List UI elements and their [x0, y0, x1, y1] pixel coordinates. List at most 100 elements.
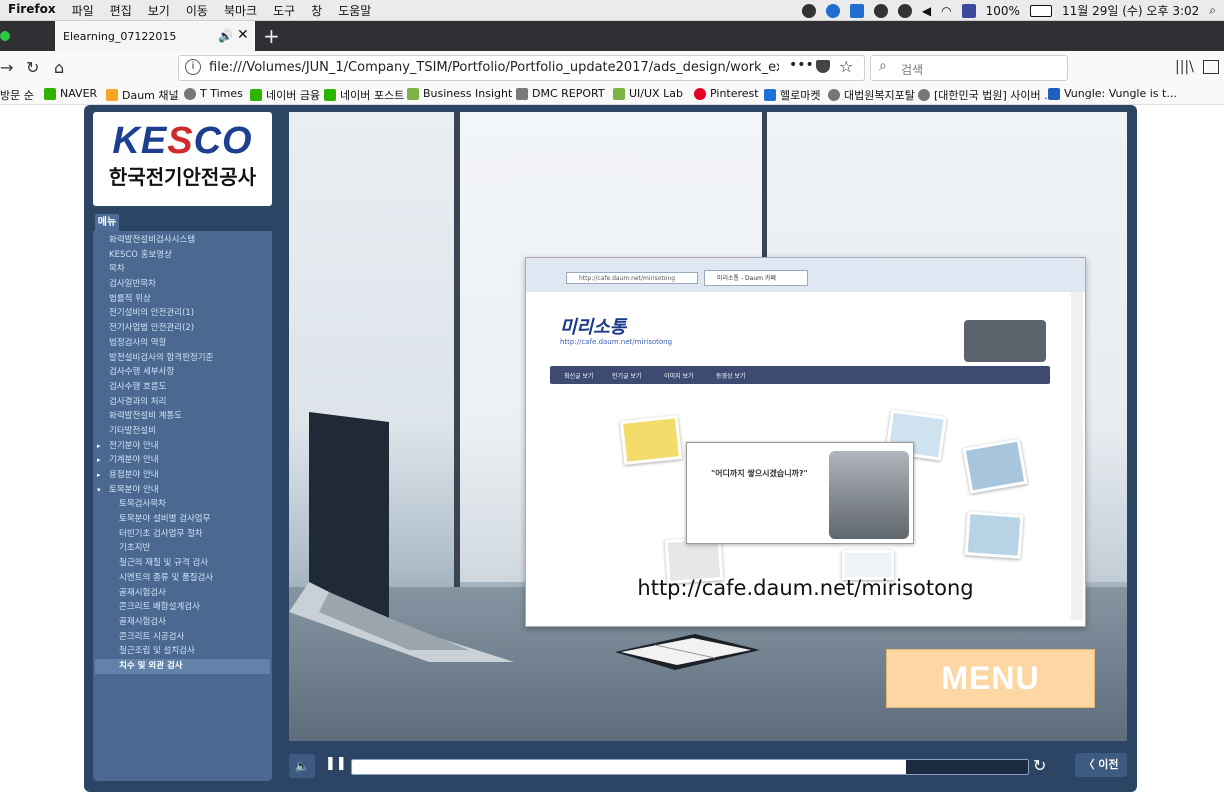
menu-item[interactable]: 전기사업법 안전관리(2): [95, 321, 270, 336]
progress-bar[interactable]: [351, 759, 1029, 775]
sidebar-toggle-icon[interactable]: [1203, 60, 1219, 74]
menu-item[interactable]: 터빈기초 검사업무 절차: [95, 527, 270, 542]
expand-arrow-icon[interactable]: ▾: [97, 483, 101, 498]
reload-icon[interactable]: ↻: [26, 58, 39, 77]
menu-item-label: 검사일반목차: [109, 279, 156, 290]
menu-item-label: 화력발전설비검사시스템: [109, 235, 196, 245]
spotlight-search-icon[interactable]: ⌕: [1209, 3, 1216, 18]
menu-item[interactable]: 전기설비의 안전관리(1): [95, 306, 270, 321]
menu-item[interactable]: 시멘트의 종류 및 품질검사: [95, 571, 270, 586]
chat-status-icon[interactable]: [897, 3, 912, 18]
menu-section[interactable]: ▸ 기계분야 안내: [95, 453, 270, 468]
menu-item[interactable]: 검사수행 세부사항: [95, 365, 270, 380]
tab-close-icon[interactable]: ✕: [237, 27, 249, 43]
menu-item[interactable]: 골재시험검사: [95, 615, 270, 630]
menu-item[interactable]: 법률적 위상: [95, 292, 270, 307]
site-info-icon[interactable]: i: [185, 59, 201, 75]
menu-item[interactable]: 철근의 재질 및 규격 검사: [95, 556, 270, 571]
pocket-icon[interactable]: [816, 60, 830, 73]
search-bar[interactable]: ⌕ 검색: [870, 55, 1068, 81]
menu-item[interactable]: 목차: [95, 262, 270, 277]
browser-tab-active[interactable]: Elearning_07122015 🔊 ✕: [55, 21, 255, 51]
menu-edit[interactable]: 편집: [110, 2, 132, 19]
menu-item[interactable]: 철근조립 및 설치검사: [95, 644, 270, 659]
menu-item[interactable]: 화력발전설비검사시스템: [95, 233, 270, 248]
window-zoom-button[interactable]: [0, 31, 10, 41]
menu-item[interactable]: 토목분야 설비별 검사업무: [95, 512, 270, 527]
sync-status-icon[interactable]: [825, 3, 840, 18]
wifi-icon[interactable]: ◠: [941, 4, 951, 18]
bookmark-item[interactable]: [대한민국 법원] 사이버 ...: [918, 87, 1055, 103]
bookmark-item[interactable]: UI/UX Lab: [613, 87, 683, 100]
expand-arrow-icon[interactable]: ▸: [97, 468, 101, 483]
menu-item[interactable]: 골재시험검사: [95, 586, 270, 601]
menu-window[interactable]: 창: [311, 2, 322, 19]
menu-item[interactable]: 검사결과의 처리: [95, 395, 270, 410]
url-text[interactable]: file:///Volumes/JUN_1/Company_TSIM/Portf…: [209, 60, 779, 75]
menu-item-label: 목차: [109, 264, 125, 275]
menu-view[interactable]: 보기: [148, 2, 170, 19]
menu-section[interactable]: ▸ 용접분야 안내: [95, 468, 270, 483]
expand-arrow-icon[interactable]: ▸: [97, 439, 101, 454]
url-bar[interactable]: i file:///Volumes/JUN_1/Company_TSIM/Por…: [178, 55, 865, 81]
menu-item[interactable]: 화력발전설비 계통도: [95, 409, 270, 424]
new-tab-button[interactable]: +: [263, 24, 280, 48]
bookmark-item[interactable]: NAVER: [44, 87, 97, 100]
cafe-nav-item: 최신글 보기: [564, 373, 594, 380]
pause-button[interactable]: ❚❚: [325, 756, 347, 771]
bookmark-item[interactable]: Pinterest: [694, 87, 759, 100]
menu-help[interactable]: 도움말: [338, 2, 371, 19]
menu-item[interactable]: 콘크리트 배합설계검사: [95, 600, 270, 615]
bookmark-item[interactable]: DMC REPORT: [516, 87, 605, 100]
menu-item[interactable]: 기타발전설비: [95, 424, 270, 439]
menu-item[interactable]: 검사수행 흐름도: [95, 380, 270, 395]
menu-tools[interactable]: 도구: [273, 2, 295, 19]
menu-file[interactable]: 파일: [72, 2, 94, 19]
expand-arrow-icon[interactable]: ▸: [97, 453, 101, 468]
home-icon[interactable]: ⌂: [54, 58, 64, 77]
navigation-status-icon[interactable]: [801, 3, 816, 18]
menu-item[interactable]: 검사일반목차: [95, 277, 270, 292]
menubar-clock[interactable]: 11월 29일 (수) 오후 3:02: [1062, 2, 1199, 19]
page-actions-icon[interactable]: •••: [789, 57, 814, 73]
menu-go[interactable]: 이동: [186, 2, 208, 19]
previous-button[interactable]: 〈 이전: [1075, 753, 1127, 777]
app-status-icon[interactable]: [849, 3, 864, 18]
menu-item[interactable]: 콘크리트 시공검사: [95, 630, 270, 645]
bookmark-item[interactable]: 헬로마켓: [764, 87, 820, 103]
bookmark-item[interactable]: T Times: [184, 87, 243, 100]
app-menu[interactable]: Firefox: [8, 2, 56, 19]
menu-item[interactable]: KESCO 홍보영상: [95, 248, 270, 263]
menu-button[interactable]: MENU: [886, 649, 1095, 708]
bookmark-item[interactable]: 네이버 포스트: [324, 87, 404, 103]
volume-button[interactable]: 🔈: [289, 754, 315, 778]
daum-icon: [106, 89, 118, 101]
bookmark-item[interactable]: Business Insight: [407, 87, 512, 100]
tab-audio-icon[interactable]: 🔊: [218, 29, 233, 43]
menu-bookmarks[interactable]: 북마크: [224, 2, 257, 19]
bookmark-star-icon[interactable]: ☆: [839, 57, 853, 76]
bookmark-item[interactable]: Vungle: Vungle is t...: [1048, 87, 1177, 100]
menu-item[interactable]: 토목검사목차: [95, 497, 270, 512]
bookmark-item[interactable]: 네이버 금융: [250, 87, 320, 103]
bookmark-item[interactable]: 대법원복지포탈: [828, 87, 915, 103]
menu-section[interactable]: ▸ 전기분야 안내: [95, 439, 270, 454]
replay-button[interactable]: ↻: [1033, 756, 1046, 775]
player-controls: 🔈 ❚❚ ↻ 〈 이전: [289, 753, 1127, 781]
tools-status-icon[interactable]: [873, 3, 888, 18]
battery-icon[interactable]: [1029, 4, 1052, 17]
volume-status-icon[interactable]: ◀: [922, 4, 931, 18]
menu-item[interactable]: 법정검사의 역할: [95, 336, 270, 351]
embedded-scrollbar: [1071, 292, 1083, 620]
back-arrow-icon[interactable]: →: [0, 58, 13, 77]
menu-section[interactable]: ▾ 토목분야 안내: [95, 483, 270, 498]
input-source-flag-icon[interactable]: [961, 3, 976, 18]
menu-item-label: 토목검사목차: [119, 499, 166, 510]
bookmark-item[interactable]: Daum 채널: [106, 87, 179, 103]
menu-item[interactable]: 기초지반: [95, 541, 270, 556]
menu-tab[interactable]: 메뉴: [95, 214, 119, 231]
menu-item[interactable]: 발전설비검사의 합격판정기준: [95, 351, 270, 366]
bookmark-item[interactable]: 방문 순: [0, 87, 34, 103]
menu-item[interactable]: 치수 및 외관 검사: [95, 658, 270, 674]
library-icon[interactable]: |||\: [1175, 59, 1194, 75]
